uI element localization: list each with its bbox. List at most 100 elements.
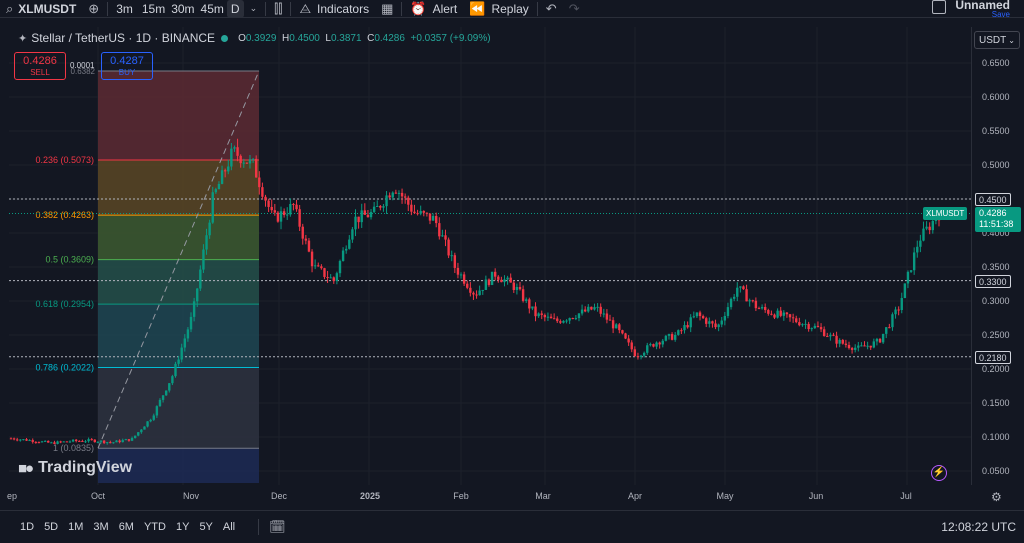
chart-canvas[interactable]: 0.63820.236 (0.5073)0.382 (0.4263)0.5 (0… <box>9 27 971 485</box>
candle-body <box>158 399 162 407</box>
tradingview-mark-icon: ■● <box>18 459 34 477</box>
candle-body <box>583 309 587 312</box>
price-tick-label: 0.2500 <box>982 330 1010 340</box>
candle-body <box>84 441 87 443</box>
date-range-group: 1D 5D 1M 3M 6M YTD 1Y 5Y All <box>15 521 240 533</box>
time-scale[interactable]: ep Oct Nov Dec 2025 Feb Mar Apr May Jun Jul <box>0 485 1024 507</box>
tradingview-logo[interactable]: ■● TradingView <box>18 459 132 477</box>
legend-title[interactable]: Stellar / TetherUS · 1D · BINANCE <box>31 31 215 45</box>
candle-body <box>512 282 515 290</box>
candle-body <box>782 312 786 316</box>
candle-body <box>667 334 671 336</box>
candle-body <box>47 440 50 443</box>
candle-body <box>180 347 183 360</box>
fib-level-label: 1 (0.0835) <box>53 443 94 453</box>
candle-body <box>40 441 44 443</box>
range-5y[interactable]: 5Y <box>194 521 217 533</box>
candle-body <box>822 329 826 337</box>
gear-icon[interactable]: ⚙ <box>991 490 1002 504</box>
candle-body <box>298 209 301 227</box>
indicators-button[interactable]: ⨺ Indicators <box>293 0 375 18</box>
candle-body <box>34 441 38 443</box>
timeframe-d[interactable]: D <box>226 0 244 18</box>
replay-button[interactable]: ⏪ Replay <box>463 0 535 18</box>
candle-body <box>12 438 16 440</box>
candle-body <box>348 239 351 249</box>
timeframe-45m[interactable]: 45m <box>198 0 227 18</box>
candle-body <box>872 341 876 348</box>
range-1y[interactable]: 1Y <box>171 521 194 533</box>
range-1m[interactable]: 1M <box>63 521 88 533</box>
candle-body <box>450 255 453 257</box>
timeframe-3m[interactable]: 3m <box>110 0 139 18</box>
candle-body <box>652 344 655 347</box>
undo-button[interactable]: ↶ <box>540 0 563 18</box>
alert-button[interactable]: ⏰ Alert <box>404 0 463 18</box>
layout-name: Unnamed <box>955 0 1010 12</box>
candle-body <box>546 316 550 318</box>
symbol-search[interactable]: ⌕ XLMUSDT <box>0 0 82 18</box>
candle-body <box>478 290 481 296</box>
compare-button[interactable]: ⊕ <box>82 0 105 18</box>
last-price-label: 0.4286 11:51:38 <box>975 207 1021 232</box>
chart-type-button[interactable]: ⫿⫿ <box>268 0 288 18</box>
candle-body <box>779 310 782 316</box>
currency-select[interactable]: USDT ⌄ <box>974 31 1020 49</box>
layout-icon[interactable] <box>932 0 946 14</box>
price-tick-label: 0.2000 <box>982 364 1010 374</box>
timeframe-dropdown[interactable]: ⌄ <box>244 0 264 18</box>
candle-body <box>360 210 363 223</box>
market-status-icon[interactable] <box>221 34 229 42</box>
candle-body <box>326 276 329 278</box>
range-3m[interactable]: 3M <box>88 521 113 533</box>
candle-body <box>646 345 649 353</box>
candle-body <box>372 206 376 212</box>
candle-body <box>639 355 643 357</box>
utc-clock[interactable]: 12:08:22 UTC <box>941 520 1016 534</box>
sell-button[interactable]: 0.4286 SELL <box>14 52 66 80</box>
candle-body <box>661 340 664 345</box>
candle-body <box>310 251 314 267</box>
candle-body <box>320 266 323 269</box>
candles-icon: ⫿⫿ <box>274 0 283 16</box>
candle-body <box>701 316 705 319</box>
candle-body <box>186 329 190 339</box>
range-5d[interactable]: 5D <box>39 521 63 533</box>
lightning-icon[interactable]: ⚡ <box>931 465 947 481</box>
candle-body <box>28 440 31 442</box>
range-all[interactable]: All <box>218 521 240 533</box>
candle-body <box>773 314 776 318</box>
candle-body <box>236 147 239 156</box>
candle-body <box>344 248 348 251</box>
time-tick-label: Oct <box>91 491 106 501</box>
calendar-icon[interactable]: 🗓︎ <box>258 519 286 535</box>
candle-body <box>909 270 913 272</box>
templates-button[interactable]: ▦ <box>375 0 399 18</box>
rewind-icon: ⏪ <box>469 0 486 16</box>
indicators-icon: ⨺ <box>299 0 312 16</box>
candle-body <box>456 267 460 275</box>
timeframe-30m[interactable]: 30m <box>168 0 197 18</box>
candle-body <box>565 320 568 322</box>
candle-body <box>304 238 308 241</box>
price-tick-label: 0.3500 <box>982 262 1010 272</box>
range-6m[interactable]: 6M <box>114 521 139 533</box>
layout-save[interactable]: Unnamed Save <box>955 0 1010 20</box>
price-scale[interactable]: 0.65000.60000.55000.50000.45000.40000.35… <box>971 27 1024 485</box>
redo-button[interactable]: ↷ <box>563 0 586 18</box>
candle-body <box>431 215 435 221</box>
candle-body <box>689 317 692 328</box>
chart-pane[interactable]: 0.6382 0.236 (0.5073) 0.382 (0.4263) 0.5 (0… <box>9 27 971 485</box>
buy-button[interactable]: 0.4287 BUY <box>101 52 153 80</box>
range-ytd[interactable]: YTD <box>139 521 171 533</box>
candle-body <box>317 265 320 267</box>
candle-body <box>732 296 736 299</box>
candle-body <box>928 226 931 231</box>
candle-body <box>19 439 22 441</box>
candle-body <box>50 442 53 444</box>
candle-body <box>453 255 457 268</box>
range-1d[interactable]: 1D <box>15 521 39 533</box>
candle-body <box>534 306 537 317</box>
candle-body <box>245 162 249 164</box>
timeframe-15m[interactable]: 15m <box>139 0 168 18</box>
